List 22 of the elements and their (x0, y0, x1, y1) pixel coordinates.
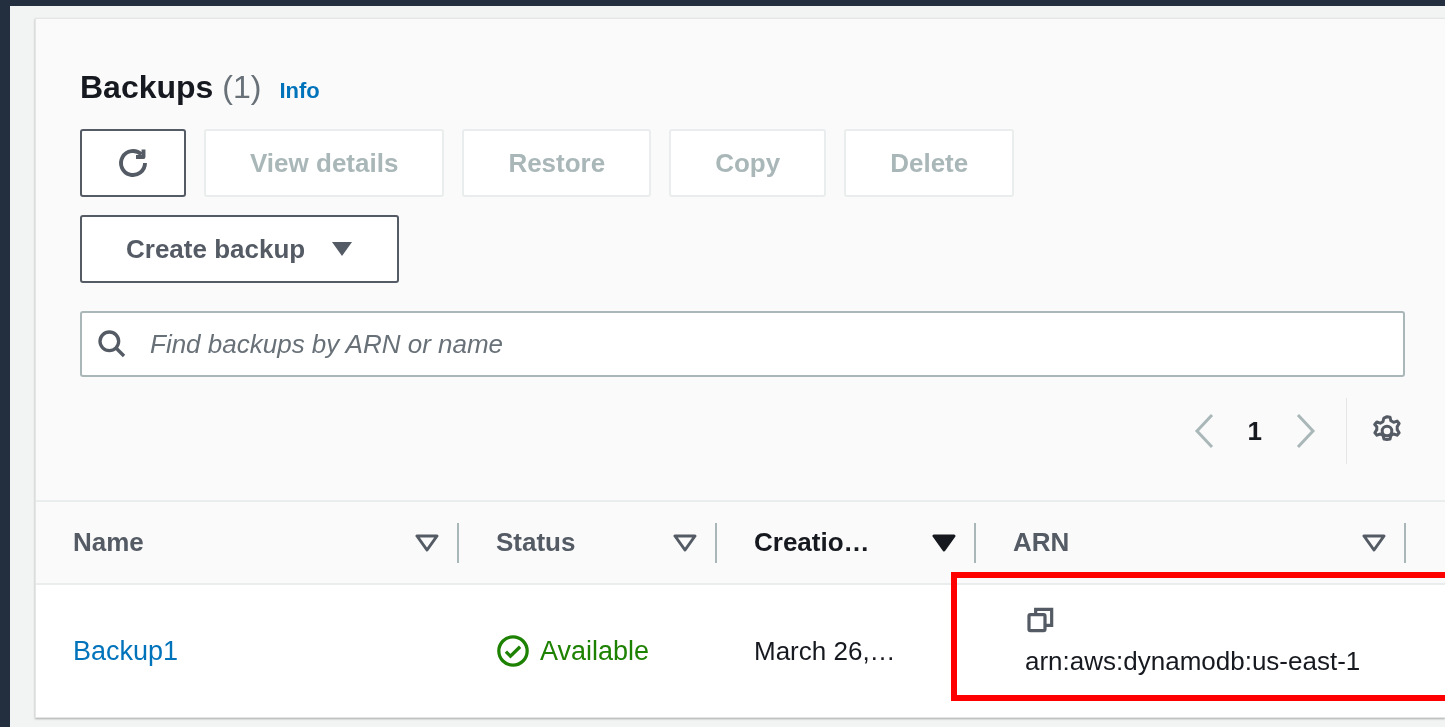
sort-icon[interactable] (673, 533, 697, 552)
column-header[interactable]: Creatio… (754, 527, 932, 558)
caret-icon (331, 241, 354, 257)
check-circle-icon (496, 634, 530, 668)
column-header[interactable]: Status (496, 527, 673, 558)
panel-title: Backups (1) (80, 69, 262, 106)
search-field[interactable]: Find backups by ARN or name (80, 311, 1405, 377)
search-icon (96, 328, 128, 360)
info-link[interactable]: Info (279, 78, 320, 104)
refresh-button[interactable] (80, 129, 186, 197)
column-header[interactable]: ARN (1013, 527, 1362, 558)
table-cell: March 26,… (754, 635, 896, 667)
backup-name-link[interactable]: Backup1 (73, 635, 179, 667)
arn-text: arn:aws:dynamodb:us-east-1 (1025, 646, 1362, 677)
sort-icon[interactable] (415, 533, 439, 552)
page-number[interactable]: 1 (1225, 415, 1284, 447)
status-text: Available (496, 634, 650, 668)
create-backup-button[interactable]: Create backup (80, 215, 400, 283)
column-header[interactable]: Name (73, 527, 415, 558)
sort-icon[interactable] (1362, 533, 1386, 552)
chevron-right-icon (1294, 412, 1318, 450)
sort-descending-icon[interactable] (932, 533, 956, 552)
